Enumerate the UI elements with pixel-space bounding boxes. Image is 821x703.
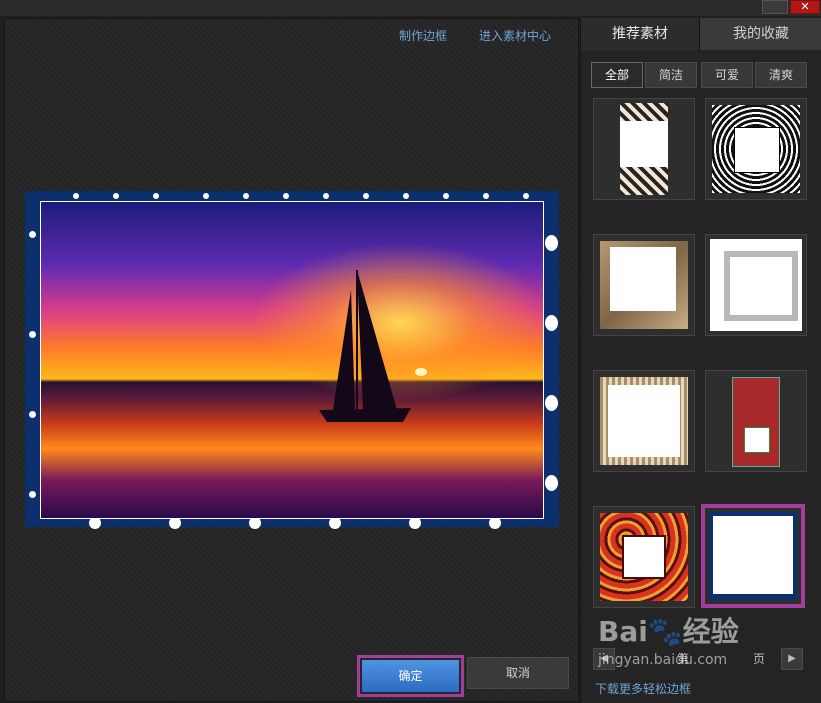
thumb-window	[608, 385, 680, 457]
frame-thumb-navy-dots[interactable]	[701, 504, 805, 608]
category-simple[interactable]: 简洁	[645, 62, 697, 88]
frame-dot	[545, 475, 558, 491]
thumb-window	[734, 127, 780, 173]
frame-dot	[403, 193, 409, 199]
cancel-button[interactable]: 取消	[467, 657, 569, 689]
frame-preview	[25, 191, 559, 529]
tab-favorites[interactable]: 我的收藏	[700, 18, 821, 50]
sailboat-silhouette	[319, 270, 411, 422]
frame-dot	[113, 193, 119, 199]
thumb-border	[724, 251, 798, 321]
material-center-link[interactable]: 进入素材中心	[479, 27, 551, 44]
category-cute[interactable]: 可爱	[701, 62, 753, 88]
frame-editor: 制作边框 进入素材中心 确定 取消	[4, 18, 579, 702]
title-bar: ✕	[0, 0, 821, 16]
paw-icon: 🐾	[647, 615, 683, 648]
frame-dot	[29, 331, 36, 338]
frame-dot	[29, 411, 36, 418]
ok-button-highlight: 确定	[357, 655, 464, 697]
category-fresh[interactable]: 清爽	[755, 62, 807, 88]
thumb-window	[744, 427, 770, 453]
frame-dot	[443, 193, 449, 199]
restore-button[interactable]	[762, 0, 788, 14]
thumb-window	[713, 516, 793, 594]
frame-dot	[483, 193, 489, 199]
frame-dot	[545, 235, 558, 251]
frame-thumb-parchment[interactable]	[593, 234, 695, 336]
frame-dot	[323, 193, 329, 199]
frame-dot	[363, 193, 369, 199]
thumb-window	[620, 121, 668, 167]
ok-button[interactable]: 确定	[362, 660, 459, 692]
frame-dot	[545, 395, 558, 411]
frame-thumb-lace[interactable]	[705, 98, 807, 200]
frame-dot	[283, 193, 289, 199]
thumb-window	[622, 535, 666, 579]
thumb-pattern	[732, 377, 780, 467]
frame-dot	[243, 193, 249, 199]
baidu-watermark: Bai🐾经验 jingyan.baidu.com	[598, 610, 778, 696]
next-page-button[interactable]: ▶	[781, 648, 803, 670]
tab-recommended[interactable]: 推荐素材	[581, 18, 700, 50]
watermark-brand: Bai	[598, 615, 648, 648]
frame-thumb-candy[interactable]	[593, 506, 695, 608]
close-button[interactable]: ✕	[790, 0, 820, 14]
material-panel: 推荐素材 我的收藏 全部 简洁 可爱 清爽 ◀ 第 页 ▶ 下载更多轻松边框	[580, 18, 821, 703]
make-frame-link[interactable]: 制作边框	[399, 27, 447, 44]
category-all[interactable]: 全部	[591, 62, 643, 88]
frame-dot	[29, 231, 36, 238]
watermark-url: jingyan.baidu.com	[598, 652, 728, 668]
frame-dot	[73, 193, 79, 199]
frame-thumb-damask[interactable]	[593, 98, 695, 200]
sunset-sailboat-photo	[40, 201, 544, 519]
frame-thumb-cupcake[interactable]	[705, 370, 807, 472]
thumb-window	[610, 247, 676, 311]
frame-dot	[203, 193, 209, 199]
watermark-brand-suffix: 经验	[682, 615, 739, 648]
frame-thumb-stamp[interactable]	[705, 234, 807, 336]
frame-dot	[523, 193, 529, 199]
frame-dot	[29, 491, 36, 498]
frame-dot	[545, 315, 558, 331]
frame-thumb-gingham[interactable]	[593, 370, 695, 472]
frame-dot	[153, 193, 159, 199]
